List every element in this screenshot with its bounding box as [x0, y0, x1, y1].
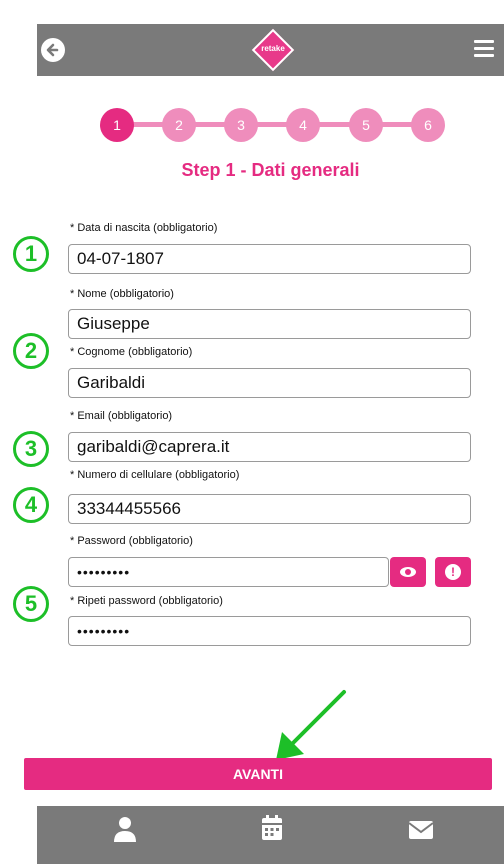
green-arrow-icon: [276, 690, 346, 760]
last-name-label: * Cognome (obbligatorio): [70, 346, 193, 358]
envelope-icon[interactable]: [401, 806, 441, 864]
step-5: 5: [349, 108, 383, 142]
last-name-field[interactable]: Garibaldi: [68, 368, 471, 398]
password-field[interactable]: •••••••••: [68, 557, 389, 587]
annotation-4: 4: [13, 487, 49, 523]
password-info-button[interactable]: !: [435, 557, 471, 587]
first-name-label: * Nome (obbligatorio): [70, 288, 174, 300]
annotation-3: 3: [13, 431, 49, 467]
repeat-password-field[interactable]: •••••••••: [68, 616, 471, 646]
step-3: 3: [224, 108, 258, 142]
step-2: 2: [162, 108, 196, 142]
bottom-nav: [37, 806, 504, 864]
menu-icon[interactable]: [474, 40, 494, 58]
repeat-password-label: * Ripeti password (obbligatorio): [70, 595, 223, 607]
eye-icon: [400, 567, 416, 577]
top-bar: retake: [37, 24, 504, 76]
calendar-icon[interactable]: [254, 806, 290, 864]
annotation-1: 1: [13, 236, 49, 272]
email-field[interactable]: garibaldi@caprera.it: [68, 432, 471, 462]
step-1: 1: [100, 108, 134, 142]
email-label: * Email (obbligatorio): [70, 410, 173, 422]
phone-field[interactable]: 33344455566: [68, 494, 471, 524]
first-name-field[interactable]: Giuseppe: [68, 309, 471, 339]
annotation-2: 2: [13, 333, 49, 369]
page-title: Step 1 - Dati generali: [181, 160, 360, 180]
show-password-button[interactable]: [390, 557, 426, 587]
phone-label: * Numero di cellulare (obbligatorio): [70, 469, 240, 481]
birth-date-field[interactable]: 04-07-1807: [68, 244, 471, 274]
annotation-5: 5: [13, 586, 49, 622]
next-button[interactable]: AVANTI: [24, 758, 492, 790]
retake-logo[interactable]: retake: [251, 28, 295, 72]
password-label: * Password (obbligatorio): [70, 535, 193, 547]
back-arrow-icon[interactable]: [41, 38, 65, 62]
user-icon[interactable]: [107, 806, 143, 864]
birth-date-label: * Data di nascita (obbligatorio): [70, 222, 218, 234]
exclamation-icon: !: [445, 564, 461, 580]
step-4: 4: [286, 108, 320, 142]
step-progress: 1 2 3 4 5 6: [100, 106, 445, 144]
step-6: 6: [411, 108, 445, 142]
